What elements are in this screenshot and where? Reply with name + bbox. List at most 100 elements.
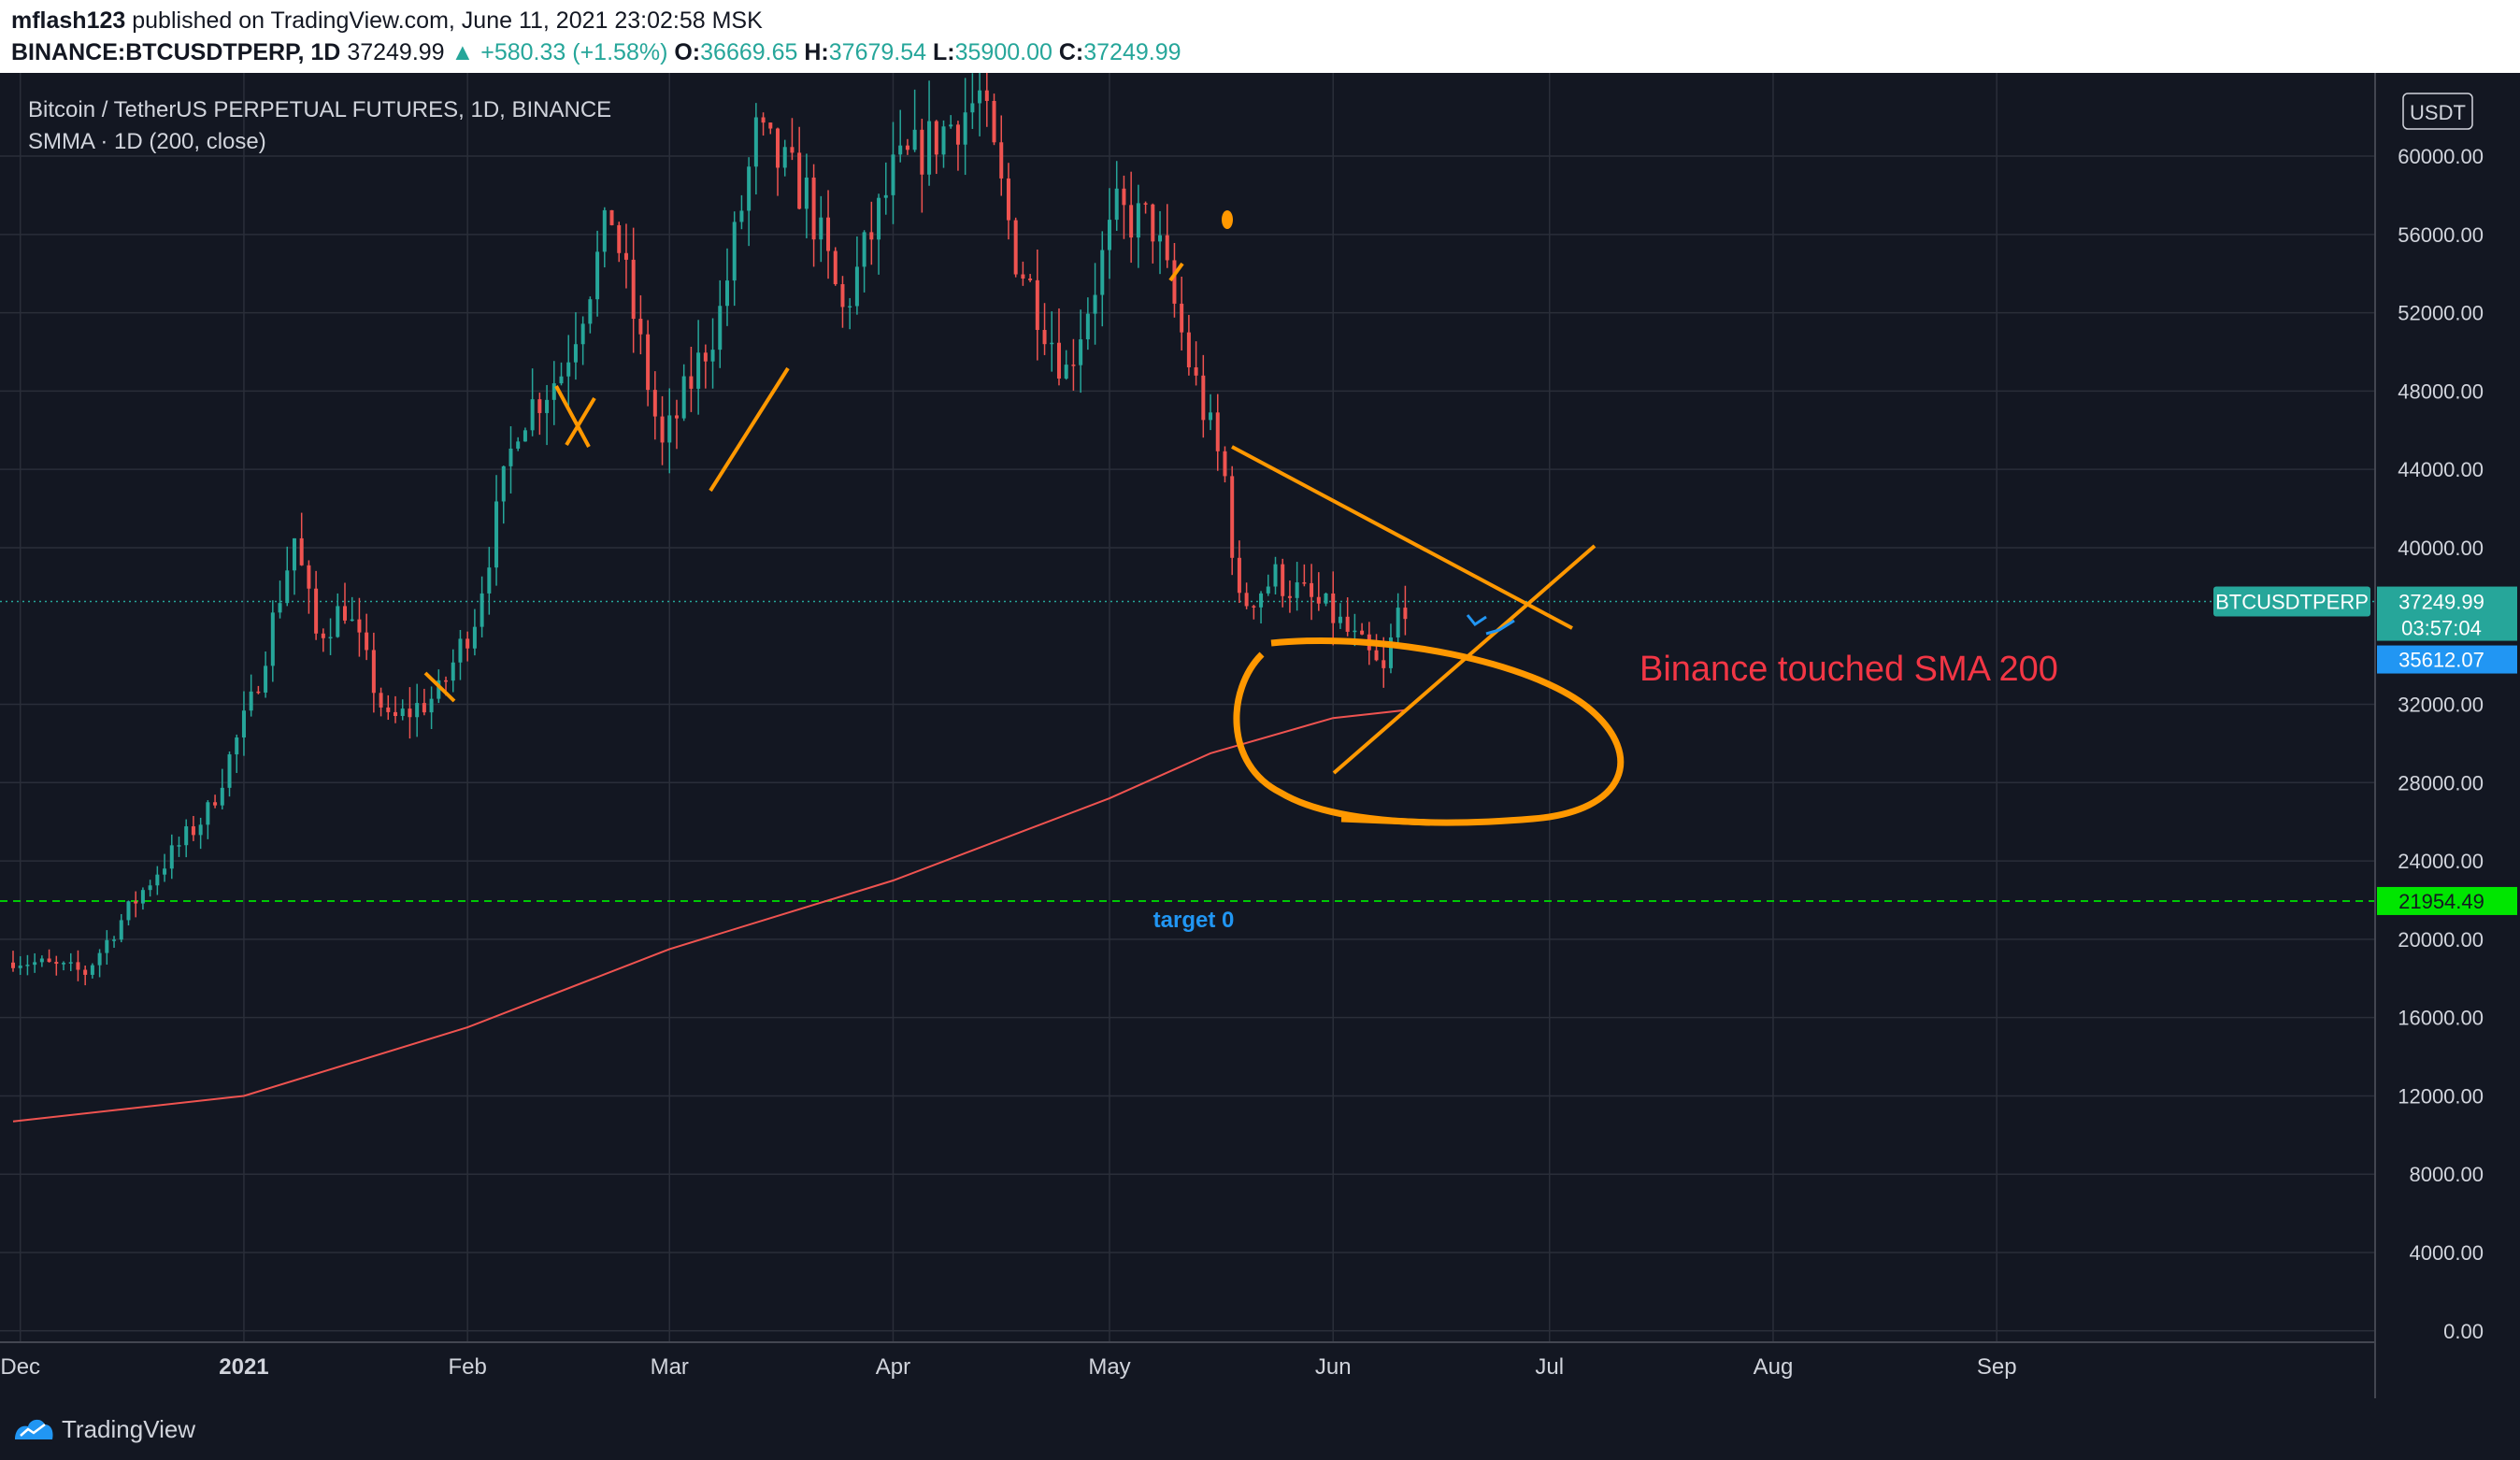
candle-body [458, 638, 463, 663]
candle-body [877, 197, 881, 240]
price-tick-label: 44000.00 [2398, 458, 2484, 481]
candle-body [753, 117, 758, 167]
candle-body [1050, 342, 1054, 345]
candle-body [1374, 650, 1379, 661]
candle-body [25, 965, 30, 966]
candle-body [336, 606, 340, 637]
time-tick-label: Jun [1315, 1354, 1352, 1380]
candle-body [1108, 220, 1111, 250]
candle-body [580, 323, 585, 345]
candle-body [970, 103, 975, 113]
candle-body [105, 939, 109, 953]
candle-body [76, 962, 80, 970]
candle-body [1035, 279, 1039, 330]
candle-body [465, 638, 470, 649]
price-tick-label: 56000.00 [2398, 223, 2484, 247]
candle-body [609, 209, 614, 225]
candle-body [984, 90, 989, 101]
candle-body [357, 619, 362, 633]
candle-body [1338, 616, 1342, 623]
candle-body [912, 129, 917, 150]
candle-body [1129, 205, 1134, 238]
candle-body [854, 266, 859, 307]
drawing-underline[interactable] [1340, 815, 1431, 826]
candle-body [408, 709, 412, 718]
candle-body [833, 250, 838, 285]
last-price-value: 37249.99 [347, 39, 445, 65]
candle-body [999, 142, 1004, 179]
candle-body [1281, 564, 1285, 596]
chart-canvas[interactable]: Binance touched SMA 200 target 0 USDT 60… [0, 73, 2520, 1398]
candle-body [1353, 630, 1357, 633]
candle-body [739, 210, 744, 222]
candle-body [1324, 593, 1328, 604]
candle-body [169, 845, 174, 869]
candle-body [1209, 412, 1213, 421]
legend-indicator[interactable]: SMMA · 1D (200, close) [28, 129, 266, 155]
candle-body [1287, 595, 1292, 598]
candle-body [883, 194, 888, 198]
annotation-text[interactable]: Binance touched SMA 200 [1639, 650, 2058, 689]
candle-body [768, 122, 773, 129]
candle-body [1114, 188, 1119, 221]
candle-body [934, 121, 938, 155]
candle-body [862, 232, 866, 267]
candle-body [1085, 313, 1090, 340]
candle-body [1360, 630, 1365, 635]
candle-body [1396, 608, 1400, 637]
change-value: +580.33 (+1.58%) [480, 39, 668, 65]
candle-body [978, 90, 982, 104]
candle-body [249, 691, 253, 711]
candle-body [83, 969, 88, 975]
candle-body [1302, 582, 1307, 584]
candle-body [1122, 188, 1126, 206]
candle-body [134, 901, 138, 904]
price-tick-label: 20000.00 [2398, 928, 2484, 952]
candle-body [39, 958, 44, 963]
candle-body [365, 632, 369, 651]
price-tick-label: 32000.00 [2398, 694, 2484, 717]
candle-body [602, 209, 607, 252]
candle-body [920, 129, 924, 175]
candle-body [674, 415, 679, 419]
candle-body [11, 962, 15, 968]
price-tick-label: 28000.00 [2398, 771, 2484, 794]
candle-body [718, 306, 723, 351]
candle-body [652, 390, 657, 417]
author-name[interactable]: mflash123 [11, 7, 125, 34]
candle-body [68, 962, 73, 964]
target-label[interactable]: target 0 [1153, 908, 1235, 933]
time-tick-label: May [1088, 1354, 1130, 1380]
candle-body [1266, 586, 1270, 594]
time-tick-label: Aug [1754, 1354, 1794, 1380]
candle-body [811, 177, 816, 240]
candle-body [681, 376, 686, 419]
candle-body [761, 117, 766, 123]
candle-body [790, 147, 795, 153]
candle-body [47, 958, 51, 963]
candle-body [1071, 365, 1076, 366]
candle-body [826, 217, 831, 251]
candle-body [350, 619, 354, 622]
candle-body [342, 606, 347, 621]
candle-body [869, 232, 874, 240]
candle-body [898, 145, 903, 155]
candle-body [508, 448, 513, 466]
candle-body [97, 952, 102, 966]
candle-body [184, 826, 189, 846]
candle-body [963, 112, 967, 145]
candle-body [891, 154, 895, 195]
candle-body [840, 284, 845, 308]
legend-title[interactable]: Bitcoin / TetherUS PERPETUAL FUTURES, 1D… [28, 97, 611, 123]
drawing-dot-may[interactable] [1222, 210, 1233, 229]
price-tick-label: 4000.00 [2409, 1241, 2484, 1265]
candle-body [33, 962, 37, 966]
candle-body [617, 224, 622, 253]
candle-body [1172, 260, 1177, 304]
tradingview-brand[interactable]: TradingView [62, 1415, 195, 1444]
candle-body [270, 612, 275, 666]
candle-body [1295, 582, 1299, 598]
candle-body [314, 588, 319, 634]
chart-panel[interactable]: Binance touched SMA 200 target 0 USDT 60… [0, 73, 2520, 1398]
candle-body [1143, 203, 1148, 205]
